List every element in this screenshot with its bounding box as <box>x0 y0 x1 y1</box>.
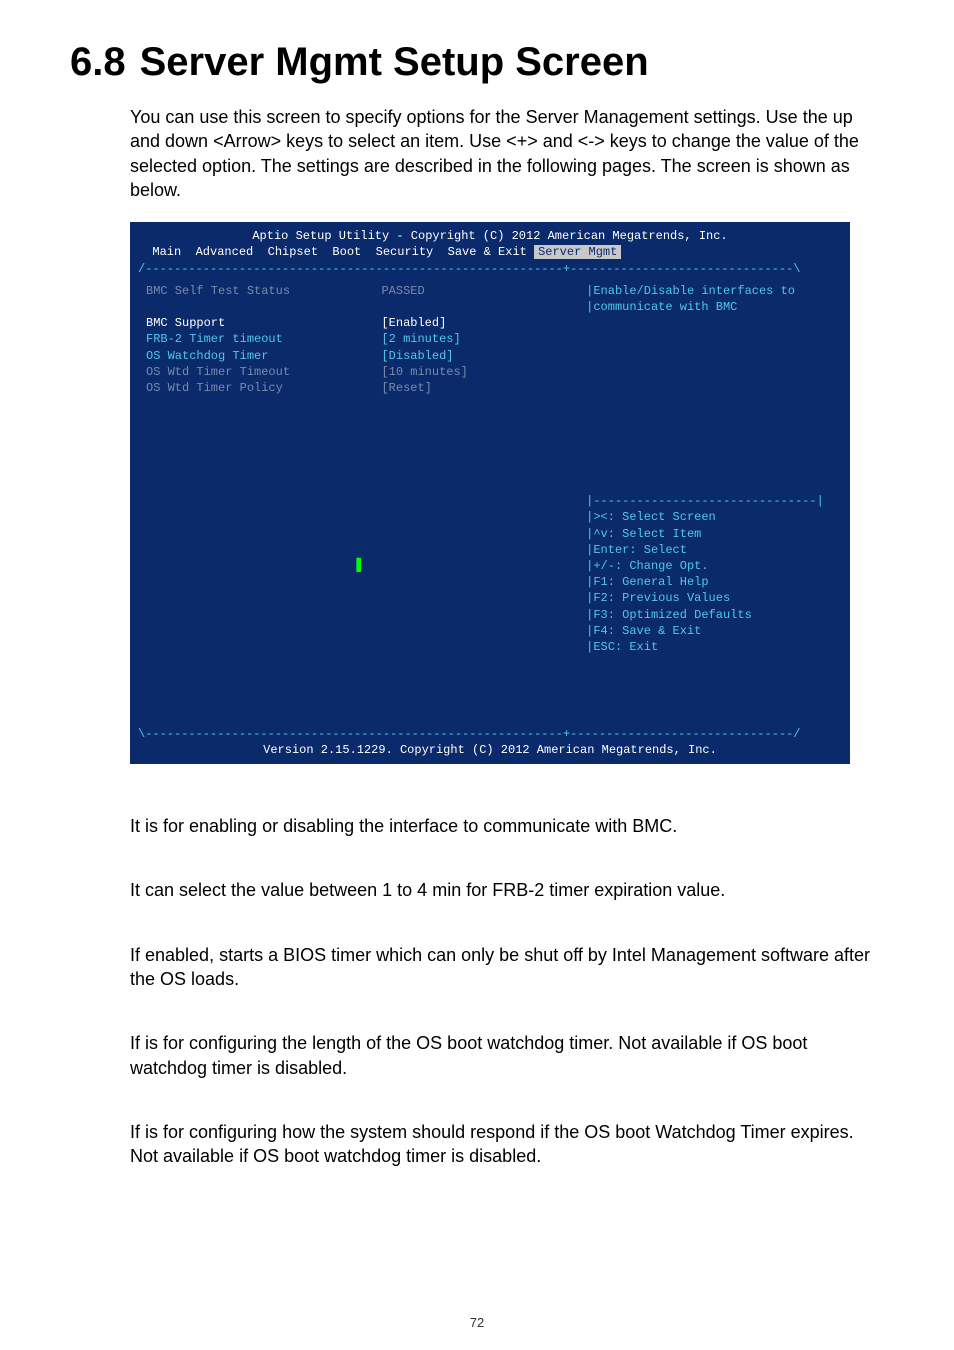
bios-separator-top: /---------------------------------------… <box>138 261 842 277</box>
description-frb2-timeout: It can select the value between 1 to 4 m… <box>130 878 884 902</box>
bios-value: [Enabled] <box>381 315 446 331</box>
bios-help-key: |F2: Previous Values <box>586 590 838 606</box>
bios-value: [2 minutes] <box>381 331 460 347</box>
intro-paragraph: You can use this screen to specify optio… <box>130 105 884 202</box>
bios-help-line: |communicate with BMC <box>586 299 838 315</box>
bios-right-pane: |Enable/Disable interfaces to |communica… <box>582 277 842 726</box>
bios-menu: Main Advanced Chipset Boot Security Save… <box>138 244 842 260</box>
bios-help-key: |ESC: Exit <box>586 639 838 655</box>
page-number: 72 <box>0 1315 954 1330</box>
bios-value: [Disabled] <box>381 348 453 364</box>
bios-row-os-wtd-timeout: OS Wtd Timer Timeout [10 minutes] <box>146 364 574 380</box>
bios-label: OS Wtd Timer Policy <box>146 380 381 396</box>
bios-label: BMC Self Test Status <box>146 283 381 299</box>
heading-title: Server Mgmt Setup Screen <box>140 40 649 85</box>
bios-row-bmc-support: BMC Support [Enabled] <box>146 315 574 331</box>
bios-row-os-wtd-policy: OS Wtd Timer Policy [Reset] <box>146 380 574 396</box>
bios-label: OS Watchdog Timer <box>146 348 381 364</box>
bios-footer: Version 2.15.1229. Copyright (C) 2012 Am… <box>138 742 842 758</box>
bios-label: OS Wtd Timer Timeout <box>146 364 381 380</box>
bios-help-key: |+/-: Change Opt. <box>586 558 838 574</box>
bios-label: BMC Support <box>146 315 381 331</box>
bios-menu-items: Main Advanced Chipset Boot Security Save… <box>138 245 534 259</box>
description-os-watchdog: If enabled, starts a BIOS timer which ca… <box>130 943 884 992</box>
bios-screen: Aptio Setup Utility - Copyright (C) 2012… <box>130 222 850 764</box>
description-bmc-support: It is for enabling or disabling the inte… <box>130 814 884 838</box>
bios-row-blank <box>146 299 574 315</box>
heading-number: 6.8 <box>70 40 126 85</box>
bios-value: [Reset] <box>381 380 431 396</box>
bios-row-bmc-self-test: BMC Self Test Status PASSED <box>146 283 574 299</box>
section-heading: 6.8 Server Mgmt Setup Screen <box>70 40 884 85</box>
bios-help-key: |F1: General Help <box>586 574 838 590</box>
bios-menu-selected: Server Mgmt <box>534 245 621 259</box>
bios-separator-bottom: \---------------------------------------… <box>138 726 842 742</box>
description-os-wtd-timeout: If is for configuring the length of the … <box>130 1031 884 1080</box>
bios-value: PASSED <box>381 283 424 299</box>
bios-header: Aptio Setup Utility - Copyright (C) 2012… <box>138 228 842 244</box>
bios-help-key: |><: Select Screen <box>586 509 838 525</box>
bios-help-key: |^v: Select Item <box>586 526 838 542</box>
bios-help-separator: |-------------------------------| <box>586 493 838 509</box>
bios-row-os-watchdog: OS Watchdog Timer [Disabled] <box>146 348 574 364</box>
bios-help-key: |Enter: Select <box>586 542 838 558</box>
bios-help-line: |Enable/Disable interfaces to <box>586 283 838 299</box>
bios-value: [10 minutes] <box>381 364 467 380</box>
bios-help-key: |F4: Save & Exit <box>586 623 838 639</box>
bios-left-pane: BMC Self Test Status PASSED BMC Support … <box>138 277 582 726</box>
bios-cursor-icon: ▋ <box>356 559 363 573</box>
bios-help-key: |F3: Optimized Defaults <box>586 607 838 623</box>
description-os-wtd-policy: If is for configuring how the system sho… <box>130 1120 884 1169</box>
bios-row-frb2-timeout: FRB-2 Timer timeout [2 minutes] <box>146 331 574 347</box>
bios-label: FRB-2 Timer timeout <box>146 331 381 347</box>
